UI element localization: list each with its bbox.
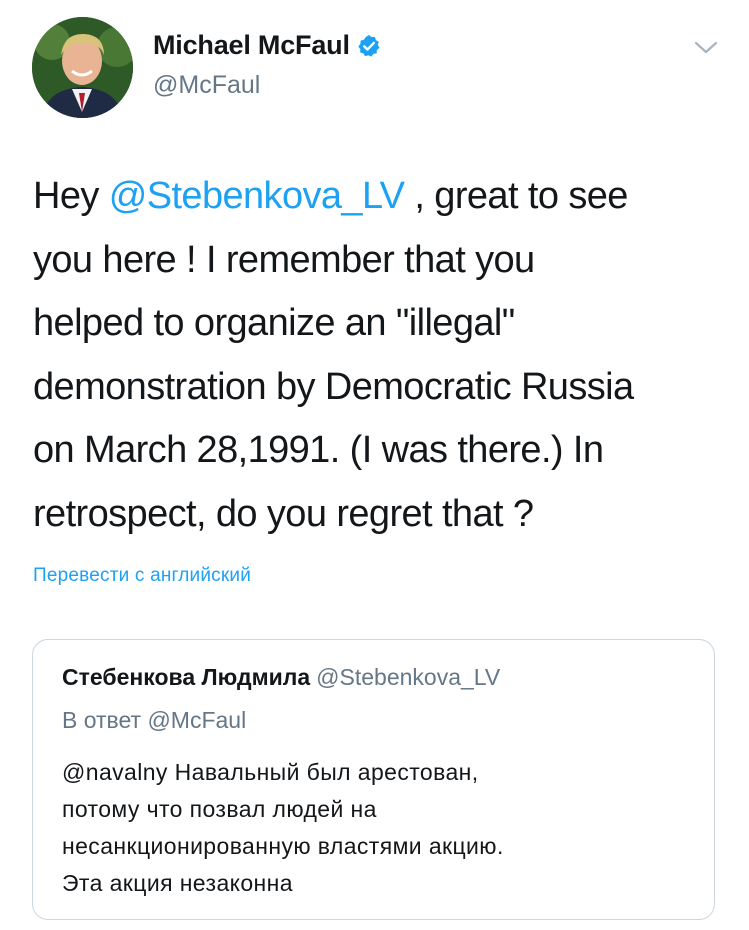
quoted-line: потому что позвал людей на xyxy=(62,796,377,822)
tweet-line: helped to organize an "illegal" xyxy=(33,302,515,344)
avatar[interactable] xyxy=(32,17,133,118)
quoted-line: @navalny Навальный был арестован, xyxy=(62,759,479,785)
verified-badge-icon xyxy=(358,34,380,57)
quoted-handle: @Stebenkova_LV xyxy=(316,664,501,690)
translate-link[interactable]: Перевести с английский xyxy=(33,565,251,587)
tweet-line: retrospect, do you regret that ? xyxy=(33,492,534,535)
tweet-line: demonstration by Democratic Russia xyxy=(33,365,634,408)
author-name-row[interactable]: Michael McFaul xyxy=(153,30,381,61)
quoted-line: Эта акция незаконна xyxy=(62,870,293,896)
reply-to-label: В ответ @McFaul xyxy=(62,707,247,733)
quoted-tweet-text: @navalny Навальный был арестован, потому… xyxy=(62,754,702,902)
tweet-text: Hey @Stebenkova_LV , great to see you he… xyxy=(33,165,723,546)
quoted-line: несанкционированную властями акцию. xyxy=(62,833,504,859)
author-handle[interactable]: @McFaul xyxy=(153,71,260,100)
quoted-display-name: Стебенкова Людмила xyxy=(62,664,311,690)
tweet-text-segment: , great to see xyxy=(404,175,628,217)
quoted-author-row: Стебенкова Людмила @Stebenkova_LV xyxy=(62,664,500,691)
mention-link[interactable]: @Stebenkova_LV xyxy=(109,175,405,217)
tweet-line: on March 28,1991. (I was there.) In xyxy=(33,429,604,471)
quoted-tweet-card[interactable]: Стебенкова Людмила @Stebenkova_LV В ответ… xyxy=(32,639,715,920)
tweet-text-segment: Hey xyxy=(33,175,109,217)
author-display-name[interactable]: Michael McFaul xyxy=(153,30,350,61)
chevron-down-icon[interactable] xyxy=(691,38,721,58)
profile-photo-icon xyxy=(32,17,133,118)
tweet-line: Hey @Stebenkova_LV , great to see xyxy=(33,165,723,229)
tweet-line: you here ! I remember that you xyxy=(33,238,535,281)
